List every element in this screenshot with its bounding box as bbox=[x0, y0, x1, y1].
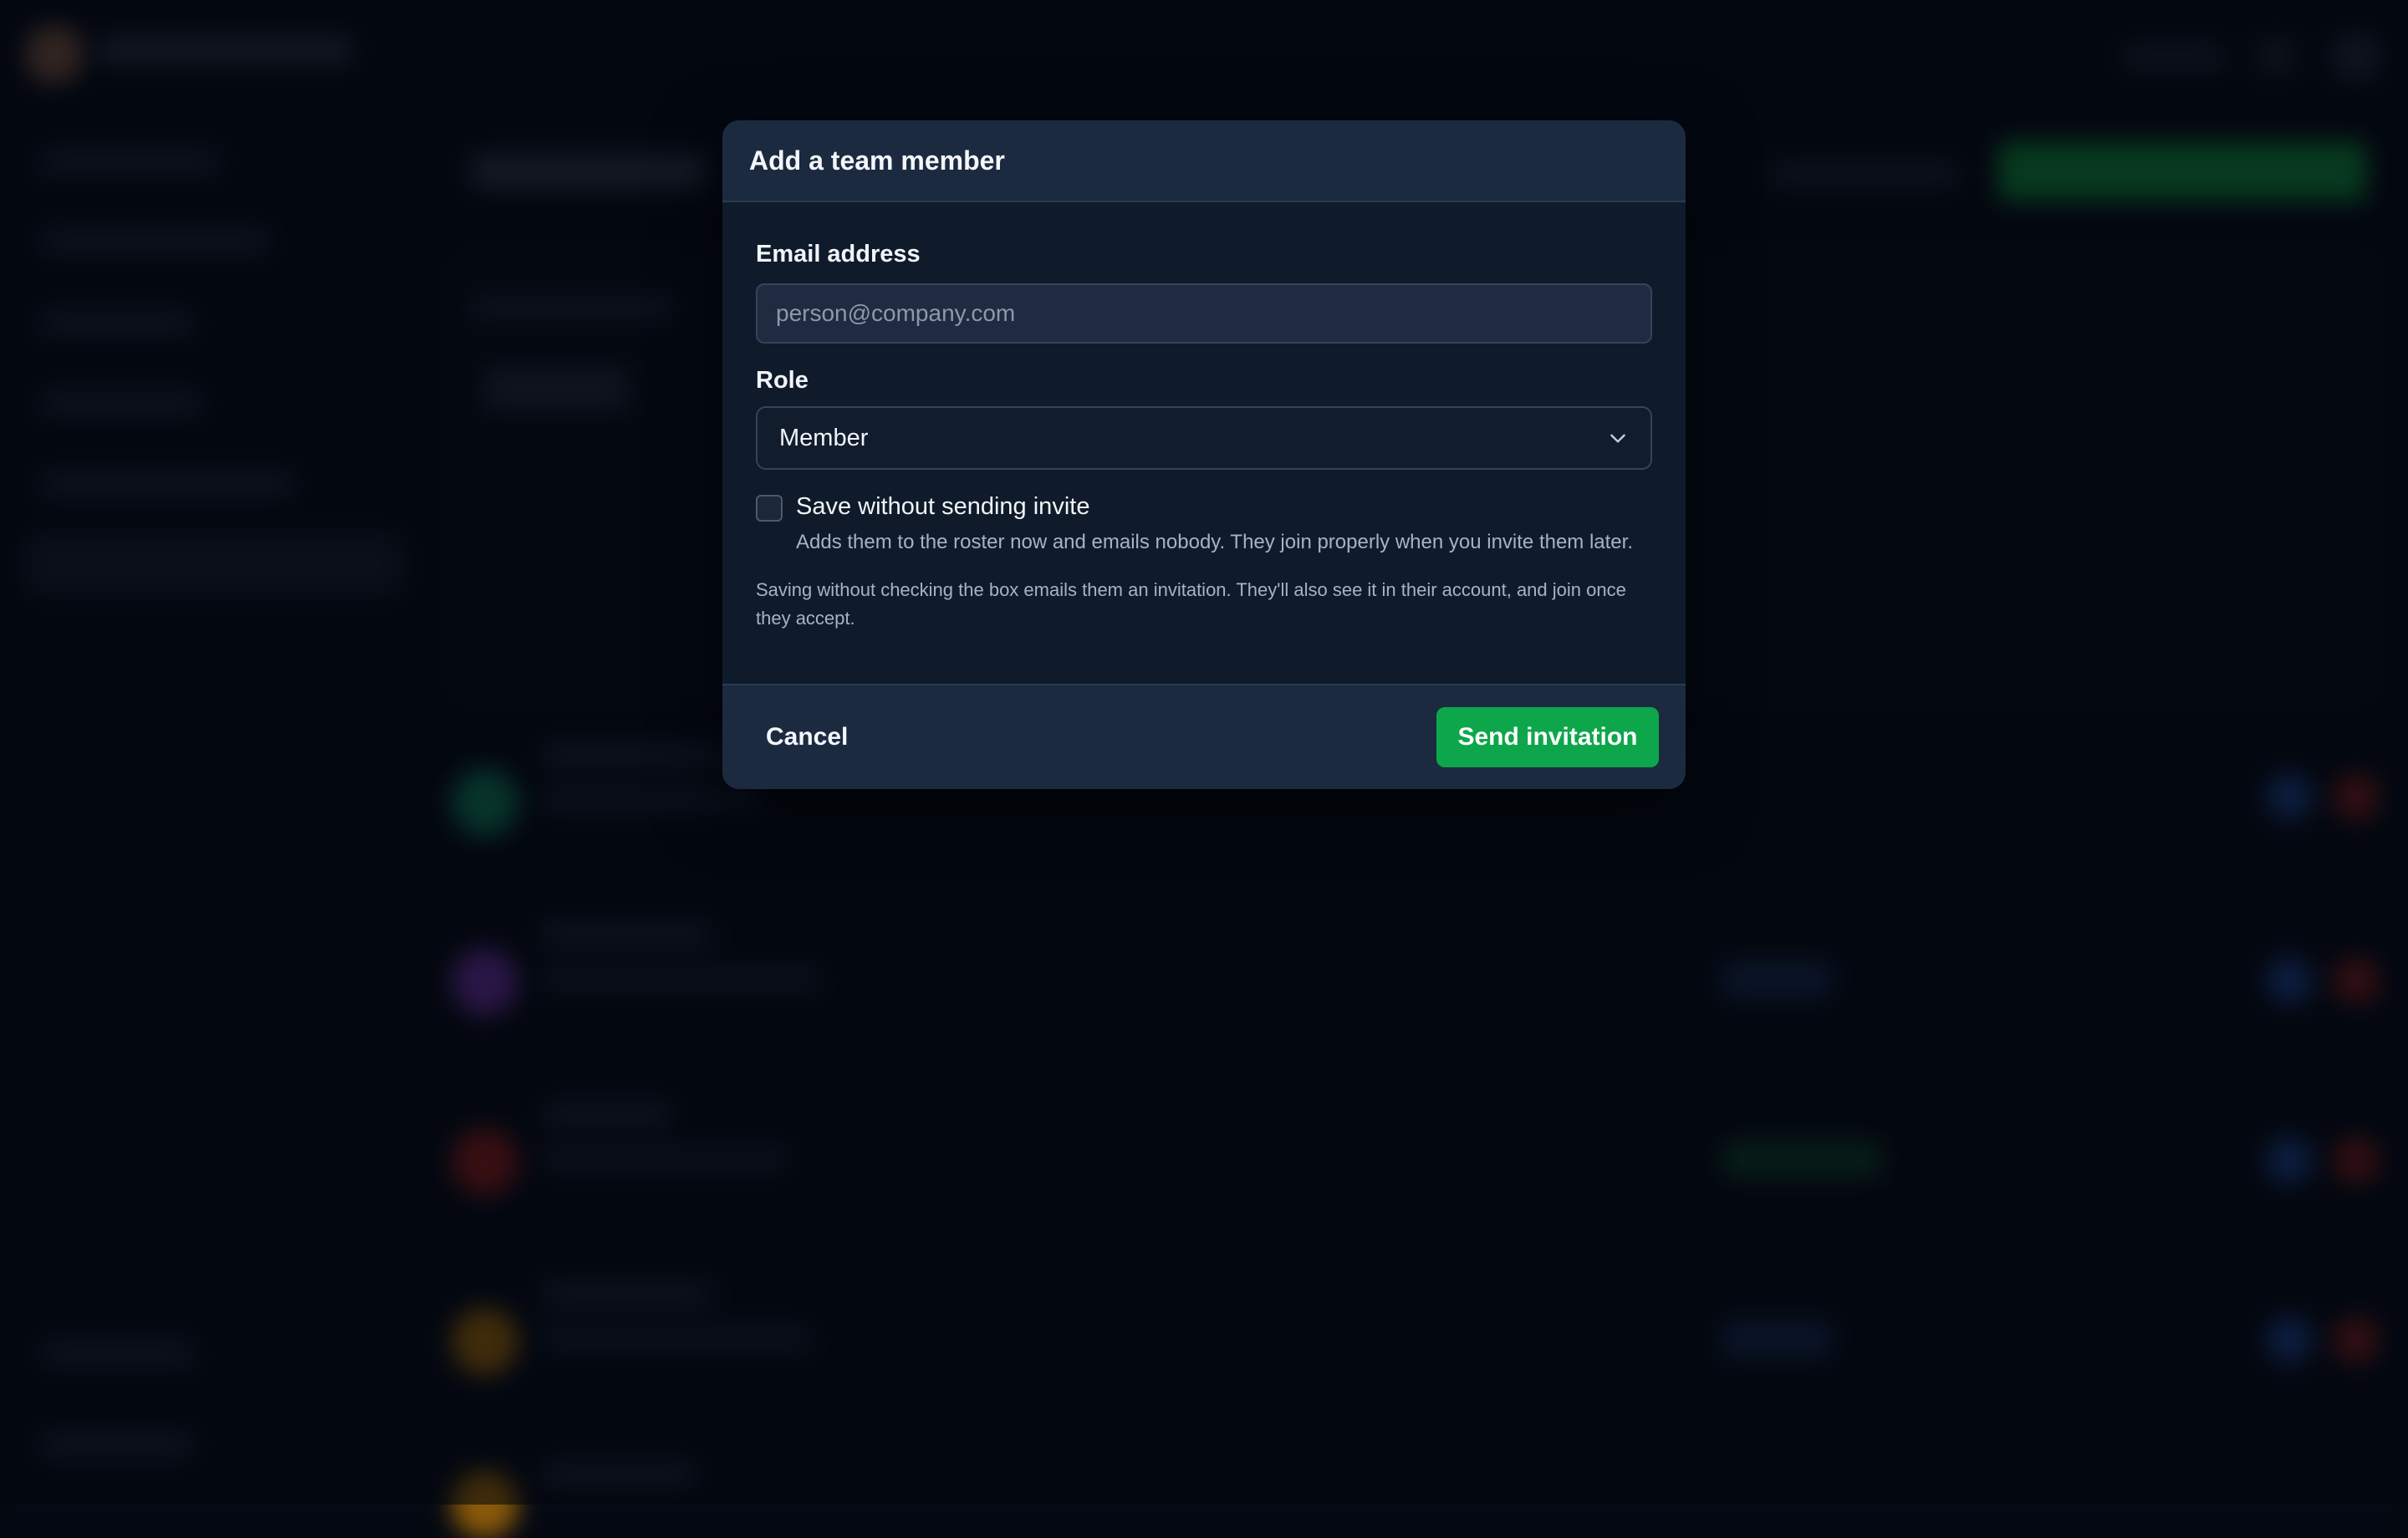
skip-invite-text: Save without sending invite Adds them to… bbox=[796, 493, 1640, 556]
dialog-header: Add a team member bbox=[722, 120, 1686, 202]
dialog-body: Email address Role Member Save without s… bbox=[722, 202, 1686, 684]
send-invitation-button[interactable]: Send invitation bbox=[1436, 707, 1659, 767]
cancel-button[interactable]: Cancel bbox=[749, 711, 865, 763]
skip-invite-label[interactable]: Save without sending invite bbox=[796, 493, 1640, 521]
skip-invite-checkbox[interactable] bbox=[756, 495, 783, 522]
email-label: Email address bbox=[756, 241, 921, 267]
role-label: Role bbox=[756, 367, 809, 394]
role-select[interactable]: Member bbox=[756, 406, 1652, 470]
skip-invite-option: Save without sending invite Adds them to… bbox=[756, 493, 1652, 556]
role-selected-value: Member bbox=[779, 424, 869, 451]
dialog-footer: Cancel Send invitation bbox=[722, 684, 1686, 789]
chevron-down-icon bbox=[1610, 434, 1625, 443]
dialog-title: Add a team member bbox=[749, 145, 1005, 176]
invite-footnote: Saving without checking the box emails t… bbox=[756, 579, 1626, 629]
skip-invite-help: Adds them to the roster now and emails n… bbox=[796, 531, 1633, 553]
add-team-member-dialog: Add a team member Email address Role Mem… bbox=[722, 120, 1686, 789]
email-input[interactable] bbox=[756, 283, 1652, 344]
